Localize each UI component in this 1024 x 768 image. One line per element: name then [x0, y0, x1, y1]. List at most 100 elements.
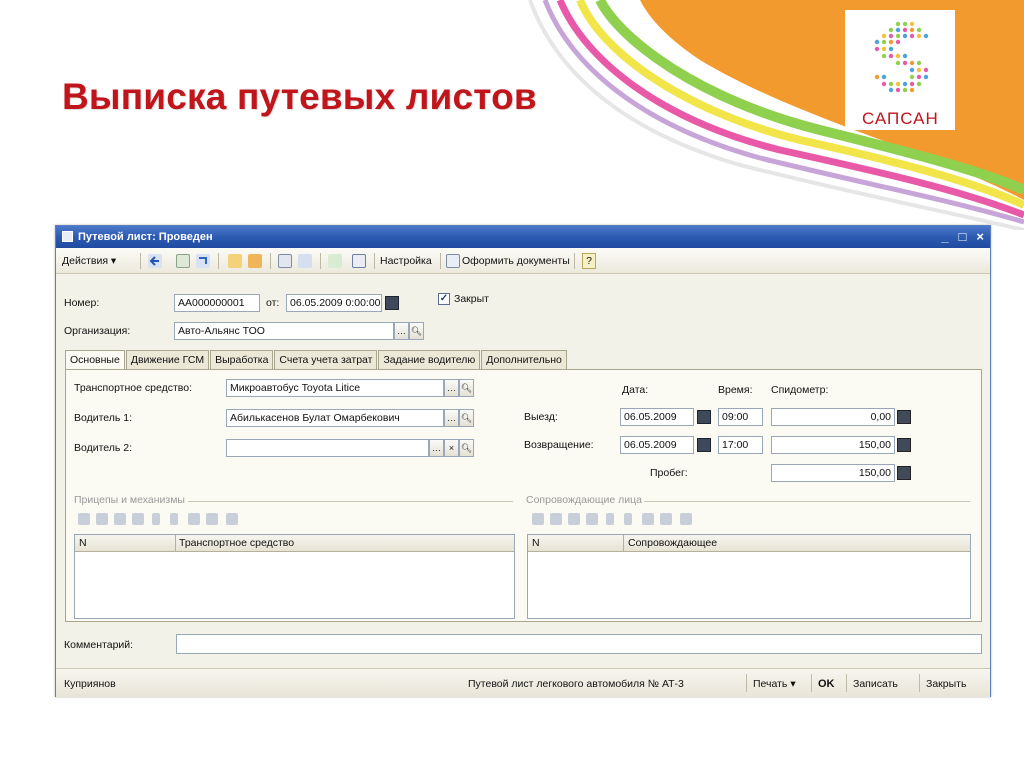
- sort-desc-icon[interactable]: [660, 513, 672, 525]
- departure-speedometer-field[interactable]: 0,00: [771, 408, 895, 426]
- departure-calendar-icon[interactable]: [697, 410, 711, 424]
- departure-date-field[interactable]: 06.05.2009: [620, 408, 694, 426]
- fill-icon[interactable]: [680, 513, 692, 525]
- tab-output[interactable]: Выработка: [210, 350, 274, 369]
- copy-row-icon[interactable]: [96, 513, 108, 525]
- mileage-field[interactable]: 150,00: [771, 464, 895, 482]
- speedometer-column-label: Спидометр:: [771, 384, 829, 396]
- number-field[interactable]: АА000000001: [174, 294, 260, 312]
- tab-cost-accounts[interactable]: Счета учета затрат: [274, 350, 378, 369]
- toolbar: Действия ▾ Настройка Оформить документы …: [56, 248, 990, 274]
- fill-icon[interactable]: [226, 513, 238, 525]
- tab-fuel[interactable]: Движение ГСМ: [125, 350, 210, 369]
- ok-button[interactable]: OK: [818, 678, 835, 690]
- goto-icon[interactable]: [196, 254, 210, 268]
- status-separator: [746, 674, 747, 692]
- tab-bar: Основные Движение ГСМ Выработка Счета уч…: [65, 350, 568, 370]
- driver1-search-icon[interactable]: 🔍︎: [459, 409, 474, 427]
- back-arrow-icon[interactable]: [148, 254, 162, 268]
- move-down-icon[interactable]: [624, 513, 632, 525]
- tab-driver-task[interactable]: Задание водителю: [378, 350, 481, 369]
- date-column-label: Дата:: [622, 384, 649, 396]
- return-calculator-icon[interactable]: [897, 438, 911, 452]
- vehicle-search-icon[interactable]: 🔍︎: [459, 379, 474, 397]
- trailers-section-divider: [188, 501, 513, 502]
- mileage-calculator-icon[interactable]: [897, 466, 911, 480]
- organization-field[interactable]: Авто-Альянс ТОО: [174, 322, 394, 340]
- edit-record-icon[interactable]: [176, 254, 190, 268]
- help-button[interactable]: ?: [582, 253, 596, 269]
- trailers-col-n[interactable]: N: [79, 537, 87, 549]
- driver2-select-button[interactable]: …: [429, 439, 444, 457]
- driver1-select-button[interactable]: …: [444, 409, 459, 427]
- org-search-icon[interactable]: 🔍︎: [409, 322, 424, 340]
- add-row-icon[interactable]: [532, 513, 544, 525]
- print-form-name[interactable]: Путевой лист легкового автомобиля № АТ-3: [468, 678, 684, 690]
- departure-calculator-icon[interactable]: [897, 410, 911, 424]
- driver2-clear-icon[interactable]: ×: [444, 439, 459, 457]
- create-docs-icon: [446, 254, 460, 268]
- delete-row-icon[interactable]: [132, 513, 144, 525]
- comment-field[interactable]: [176, 634, 982, 654]
- close-button[interactable]: Закрыть: [926, 678, 966, 690]
- trailers-table[interactable]: N Транспортное средство: [74, 534, 515, 619]
- tab-additional[interactable]: Дополнительно: [481, 350, 567, 369]
- org-select-button[interactable]: …: [394, 322, 409, 340]
- copy-row-icon[interactable]: [550, 513, 562, 525]
- return-speedometer-field[interactable]: 150,00: [771, 436, 895, 454]
- number-label: Номер:: [64, 297, 100, 309]
- post-document-icon[interactable]: [228, 254, 242, 268]
- hierarchy-icon[interactable]: [298, 254, 312, 268]
- tab-main[interactable]: Основные: [65, 350, 125, 370]
- vehicle-select-button[interactable]: …: [444, 379, 459, 397]
- trailers-col-vehicle[interactable]: Транспортное средство: [179, 537, 294, 549]
- settings-button[interactable]: Настройка: [380, 252, 432, 270]
- companions-section-title: Сопровождающие лица: [526, 494, 642, 506]
- print-menu-button[interactable]: Печать ▾: [753, 678, 796, 690]
- add-row-icon[interactable]: [78, 513, 90, 525]
- waybill-window: Путевой лист: Проведен _ □ × Действия ▾ …: [55, 225, 991, 697]
- departure-time-field[interactable]: 09:00: [718, 408, 763, 426]
- maximize-button[interactable]: □: [959, 229, 967, 244]
- companions-col-n[interactable]: N: [532, 537, 540, 549]
- toolbar-separator: [374, 253, 375, 269]
- vehicle-field[interactable]: Микроавтобус Toyota Litice: [226, 379, 444, 397]
- slide: САПСАН Выписка путевых листов Путевой ли…: [0, 0, 1024, 768]
- driver2-field[interactable]: [226, 439, 429, 457]
- report-icon[interactable]: [352, 254, 366, 268]
- edit-row-icon[interactable]: [568, 513, 580, 525]
- vehicle-label: Транспортное средство:: [74, 382, 192, 394]
- calendar-icon[interactable]: [385, 296, 399, 310]
- date-field[interactable]: 06.05.2009 0:00:00: [286, 294, 382, 312]
- movements-icon[interactable]: [328, 254, 342, 268]
- sort-desc-icon[interactable]: [206, 513, 218, 525]
- closed-checkbox[interactable]: ✓: [438, 293, 450, 305]
- logo-text: САПСАН: [862, 109, 939, 128]
- sort-asc-icon[interactable]: [188, 513, 200, 525]
- minimize-button[interactable]: _: [941, 229, 948, 244]
- toolbar-separator: [574, 253, 575, 269]
- window-titlebar[interactable]: Путевой лист: Проведен _ □ ×: [56, 226, 990, 248]
- driver1-field[interactable]: Абилькасенов Булат Омарбекович: [226, 409, 444, 427]
- comment-label: Комментарий:: [64, 639, 134, 651]
- return-time-field[interactable]: 17:00: [718, 436, 763, 454]
- delete-row-icon[interactable]: [586, 513, 598, 525]
- move-down-icon[interactable]: [170, 513, 178, 525]
- companions-col-person[interactable]: Сопровождающее: [628, 537, 717, 549]
- return-calendar-icon[interactable]: [697, 438, 711, 452]
- structure-icon[interactable]: [278, 254, 292, 268]
- driver2-search-icon[interactable]: 🔍︎: [459, 439, 474, 457]
- unpost-document-icon[interactable]: [248, 254, 262, 268]
- edit-row-icon[interactable]: [114, 513, 126, 525]
- return-date-field[interactable]: 06.05.2009: [620, 436, 694, 454]
- column-separator: [175, 535, 176, 552]
- sort-asc-icon[interactable]: [642, 513, 654, 525]
- move-up-icon[interactable]: [152, 513, 160, 525]
- move-up-icon[interactable]: [606, 513, 614, 525]
- companions-table[interactable]: N Сопровождающее: [527, 534, 971, 619]
- save-button[interactable]: Записать: [853, 678, 898, 690]
- create-documents-button[interactable]: Оформить документы: [462, 252, 570, 270]
- close-window-button[interactable]: ×: [976, 229, 984, 244]
- actions-menu-button[interactable]: Действия ▾: [62, 252, 116, 270]
- toolbar-separator: [440, 253, 441, 269]
